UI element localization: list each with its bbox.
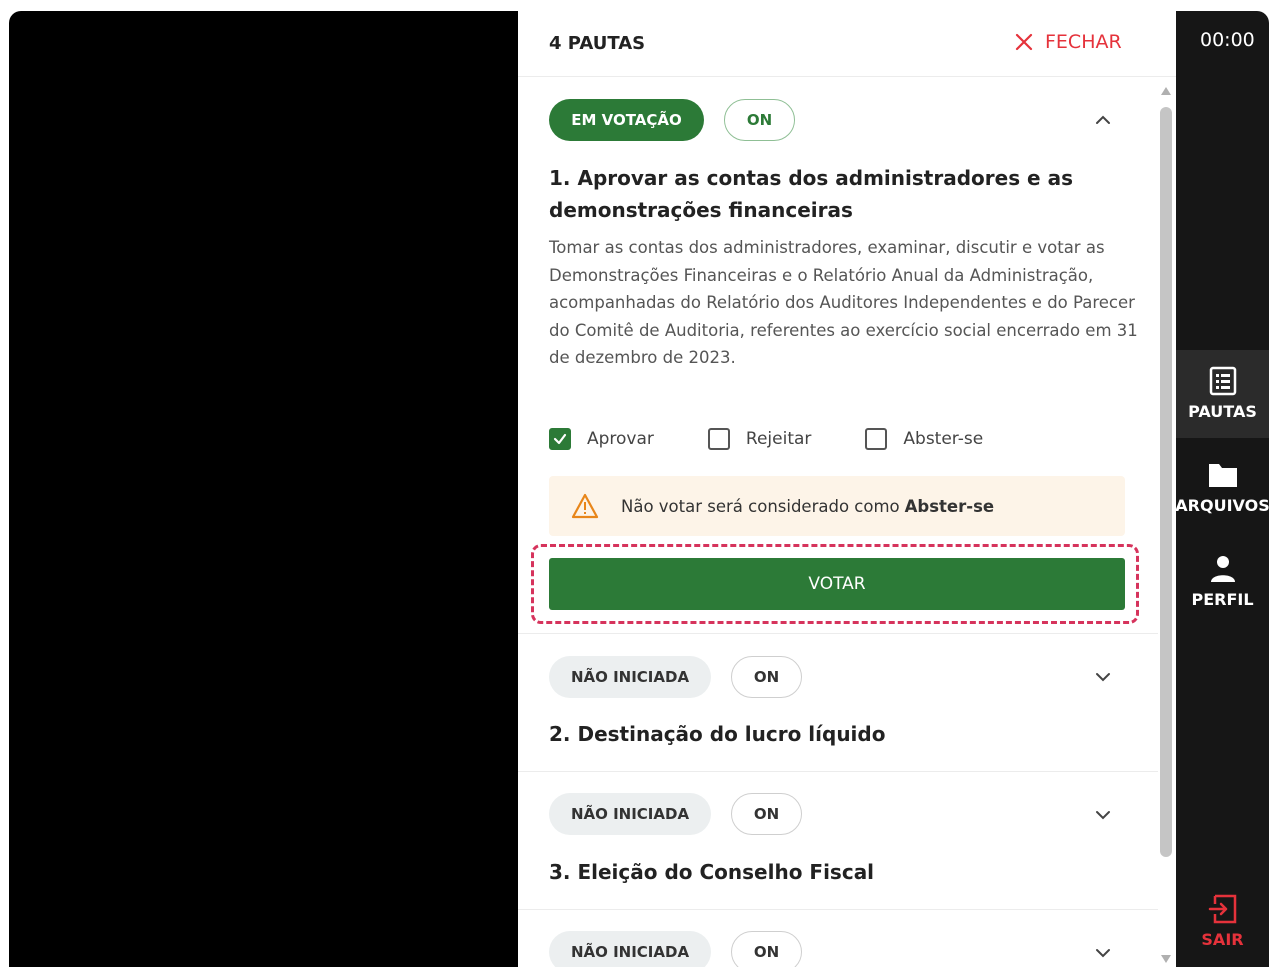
sidebar: 00:00 PAUTAS ARQUIVOS PERFIL SAIR xyxy=(1175,11,1269,967)
chevron-down-icon[interactable] xyxy=(1094,806,1112,824)
item-title-line2: demonstrações financeiras xyxy=(549,198,853,222)
agenda-item-2: NÃO INICIADA ON 2. Destinação do lucro l… xyxy=(518,634,1158,772)
panel-title: 4 PAUTAS xyxy=(549,33,646,54)
check-icon xyxy=(553,433,567,445)
chevron-up-icon[interactable] xyxy=(1094,111,1112,129)
warning-text: Não votar será considerado como xyxy=(621,496,900,516)
checkbox[interactable] xyxy=(865,428,888,450)
status-badge: NÃO INICIADA xyxy=(549,656,711,698)
sidebar-item-sair[interactable]: SAIR xyxy=(1176,892,1269,962)
status-badge: NÃO INICIADA xyxy=(549,793,711,835)
user-icon xyxy=(1210,556,1235,582)
option-aprovar[interactable]: Aprovar xyxy=(549,428,654,450)
agenda-item-3: NÃO INICIADA ON 3. Eleição do Conselho F… xyxy=(518,772,1158,910)
option-label: Abster-se xyxy=(903,429,984,449)
sidebar-item-label: PAUTAS xyxy=(1188,402,1257,421)
close-label: FECHAR xyxy=(1045,31,1122,53)
sidebar-item-label: PERFIL xyxy=(1191,590,1254,609)
scroll-up-arrow[interactable] xyxy=(1161,87,1171,95)
sidebar-item-label: ARQUIVOS xyxy=(1175,496,1269,515)
warning-icon xyxy=(571,493,599,519)
sidebar-item-label: SAIR xyxy=(1201,930,1244,949)
sidebar-item-pautas[interactable]: PAUTAS xyxy=(1176,350,1269,438)
exit-icon xyxy=(1208,894,1236,924)
chevron-down-icon[interactable] xyxy=(1094,944,1112,962)
sidebar-item-perfil[interactable]: PERFIL xyxy=(1176,552,1269,622)
scrollbar-thumb[interactable] xyxy=(1160,107,1172,857)
checkbox-checked[interactable] xyxy=(549,428,571,450)
item-title: 3. Eleição do Conselho Fiscal xyxy=(549,860,875,884)
mode-badge: ON xyxy=(731,793,802,835)
item-description: Tomar as contas dos administradores, exa… xyxy=(549,238,1138,368)
sidebar-item-arquivos[interactable]: ARQUIVOS xyxy=(1175,458,1269,528)
vote-options: Aprovar Rejeitar Abster-se xyxy=(549,428,1037,450)
warning-bold: Abster-se xyxy=(904,496,995,516)
warning-banner: Não votar será considerado como Abster-se xyxy=(549,476,1125,536)
close-icon xyxy=(1015,33,1033,51)
option-label: Aprovar xyxy=(587,429,654,449)
video-area xyxy=(9,11,518,967)
option-abster-se[interactable]: Abster-se xyxy=(865,428,983,450)
chevron-down-icon[interactable] xyxy=(1094,668,1112,686)
agenda-panel: 4 PAUTAS FECHAR EM VOTAÇÃO ON 1. Aprovar… xyxy=(518,11,1176,967)
option-label: Rejeitar xyxy=(745,429,812,449)
close-button[interactable]: FECHAR xyxy=(1015,31,1122,53)
scroll-down-arrow[interactable] xyxy=(1161,955,1171,963)
panel-header: 4 PAUTAS FECHAR xyxy=(518,11,1176,77)
mode-badge: ON xyxy=(724,99,795,141)
mode-badge: ON xyxy=(731,931,802,967)
option-rejeitar[interactable]: Rejeitar xyxy=(707,428,812,450)
checkbox[interactable] xyxy=(707,428,730,450)
vote-button[interactable]: VOTAR xyxy=(549,558,1125,610)
agenda-item-4: NÃO INICIADA ON xyxy=(518,910,1158,967)
folder-icon xyxy=(1208,464,1237,487)
mode-badge: ON xyxy=(731,656,802,698)
timer: 00:00 xyxy=(1200,29,1255,51)
item-title-line1: 1. Aprovar as contas dos administradores… xyxy=(549,166,1073,190)
item-title: 2. Destinação do lucro líquido xyxy=(549,722,886,746)
status-badge: NÃO INICIADA xyxy=(549,931,711,967)
scrollbar[interactable] xyxy=(1159,87,1173,967)
status-badge: EM VOTAÇÃO xyxy=(549,99,704,141)
list-icon xyxy=(1209,366,1236,396)
agenda-item-1: EM VOTAÇÃO ON 1. Aprovar as contas dos a… xyxy=(518,78,1158,634)
